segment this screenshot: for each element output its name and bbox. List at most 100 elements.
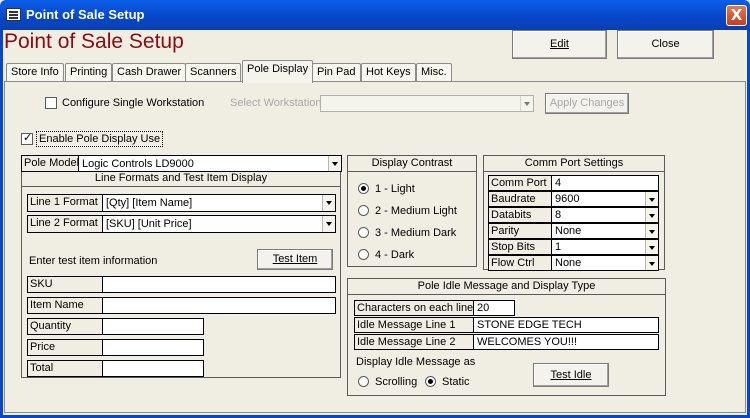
pole-model-combo[interactable]: Logic Controls LD9000 xyxy=(78,155,342,172)
edit-button-label: Edit xyxy=(550,38,569,50)
idle-message-panel: Pole Idle Message and Display Type Chara… xyxy=(347,278,666,396)
sku-input[interactable] xyxy=(102,276,336,293)
display-contrast-panel: Display Contrast 1 - Light 2 - Medium Li… xyxy=(347,155,477,267)
static-label: Static xyxy=(442,376,470,388)
test-idle-button[interactable]: Test Idle xyxy=(533,363,609,387)
tab-pole-display[interactable]: Pole Display xyxy=(242,60,314,83)
parity-label: Parity xyxy=(488,223,552,239)
flow-ctrl-value: None xyxy=(555,257,582,269)
flow-ctrl-combo[interactable]: None xyxy=(551,255,659,271)
comm-port-label: Comm Port xyxy=(488,175,552,191)
close-icon: X xyxy=(730,6,743,24)
baudrate-label: Baudrate xyxy=(488,191,552,207)
total-input[interactable] xyxy=(102,360,204,377)
contrast-dark-label: 4 - Dark xyxy=(375,249,415,261)
contrast-light-label: 1 - Light xyxy=(375,183,415,195)
static-radio[interactable] xyxy=(425,376,436,387)
idle-line2-label: Idle Message Line 2 xyxy=(354,334,474,350)
baudrate-combo[interactable]: 9600 xyxy=(551,191,659,207)
line-formats-panel: Pole Model Logic Controls LD9000 Line Fo… xyxy=(21,155,342,378)
configure-single-workstation-label: Configure Single Workstation xyxy=(62,97,205,109)
contrast-medium-light-radio[interactable] xyxy=(358,205,369,216)
chars-per-line-input[interactable]: 20 xyxy=(473,300,515,316)
idle-line1-input[interactable]: STONE EDGE TECH xyxy=(473,317,659,333)
test-idle-label: Test Idle xyxy=(550,369,592,381)
select-workstation-combo[interactable] xyxy=(320,95,534,112)
tab-hot-keys[interactable]: Hot Keys xyxy=(361,63,416,82)
tab-cash-drawer[interactable]: Cash Drawer xyxy=(112,63,187,82)
databits-combo[interactable]: 8 xyxy=(551,207,659,223)
stop-bits-label: Stop Bits xyxy=(488,239,552,255)
contrast-medium-dark-radio[interactable] xyxy=(358,227,369,238)
scrolling-radio[interactable] xyxy=(358,376,369,387)
price-input[interactable] xyxy=(102,339,204,356)
parity-combo[interactable]: None xyxy=(551,223,659,239)
enter-test-item-label: Enter test item information xyxy=(29,255,158,267)
tab-scanners[interactable]: Scanners xyxy=(185,63,242,82)
enable-pole-display-checkbox[interactable] xyxy=(21,131,33,145)
window-close-button[interactable]: X xyxy=(726,5,747,26)
baudrate-value: 9600 xyxy=(555,193,580,205)
databits-label: Databits xyxy=(488,207,552,223)
form-title: Point of Sale Setup xyxy=(4,30,184,53)
contrast-medium-light-label: 2 - Medium Light xyxy=(375,205,457,217)
line1-format-combo[interactable]: [Qty] [Item Name] xyxy=(102,194,336,212)
test-item-label: Test Item xyxy=(272,253,318,265)
line2-format-combo[interactable]: [SKU] [Unit Price] xyxy=(102,215,336,233)
enable-pole-display-label: Enable Pole Display Use xyxy=(36,131,164,147)
line1-format-value: [Qty] [Item Name] xyxy=(106,197,193,209)
quantity-label: Quantity xyxy=(27,318,103,335)
display-contrast-header: Display Contrast xyxy=(348,156,476,172)
configure-single-workstation-checkbox[interactable] xyxy=(45,97,57,109)
tab-misc[interactable]: Misc. xyxy=(416,63,452,82)
line-formats-header: Line Formats and Test Item Display xyxy=(22,172,340,187)
apply-changes-button[interactable]: Apply Changes xyxy=(545,93,629,114)
edit-button[interactable]: Edit xyxy=(512,30,607,59)
tab-printing[interactable]: Printing xyxy=(65,63,113,82)
line1-format-label: Line 1 Format xyxy=(27,194,103,212)
chevron-down-icon xyxy=(328,156,341,171)
close-button[interactable]: Close xyxy=(617,30,714,59)
idle-message-header: Pole Idle Message and Display Type xyxy=(348,279,665,295)
close-button-label: Close xyxy=(651,38,680,50)
chevron-down-icon xyxy=(645,208,658,222)
scrolling-label: Scrolling xyxy=(375,376,418,388)
pole-display-tab-panel: Configure Single Workstation Select Work… xyxy=(4,81,746,413)
idle-line1-label: Idle Message Line 1 xyxy=(354,317,474,333)
item-name-label: Item Name xyxy=(27,297,103,314)
flow-ctrl-label: Flow Ctrl xyxy=(488,255,552,271)
price-label: Price xyxy=(27,339,103,356)
pole-model-label: Pole Model xyxy=(21,155,79,172)
comm-port-input[interactable]: 4 xyxy=(551,175,659,191)
chevron-down-icon xyxy=(520,96,533,111)
pole-model-value: Logic Controls LD9000 xyxy=(82,158,194,170)
chars-per-line-label: Characters on each line xyxy=(354,300,474,316)
sku-label: SKU xyxy=(27,276,103,293)
window-title: Point of Sale Setup xyxy=(26,7,145,22)
quantity-input[interactable] xyxy=(102,318,204,335)
idle-line2-input[interactable]: WELCOMES YOU!!! xyxy=(473,334,659,350)
test-item-button[interactable]: Test Item xyxy=(257,249,333,270)
databits-value: 8 xyxy=(555,209,562,221)
line2-format-label: Line 2 Format xyxy=(27,215,103,233)
total-label: Total xyxy=(27,360,103,377)
tab-store-info[interactable]: Store Info xyxy=(6,63,64,82)
chevron-down-icon xyxy=(645,192,658,206)
contrast-dark-radio[interactable] xyxy=(358,249,369,260)
chevron-down-icon xyxy=(645,240,658,254)
app-form-icon xyxy=(6,8,21,21)
stop-bits-value: 1 xyxy=(555,241,562,253)
select-workstation-label: Select Workstation xyxy=(230,97,322,109)
contrast-light-radio[interactable] xyxy=(358,183,369,194)
chevron-down-icon xyxy=(645,224,658,238)
stop-bits-combo[interactable]: 1 xyxy=(551,239,659,255)
parity-value: None xyxy=(555,225,582,237)
display-idle-as-label: Display Idle Message as xyxy=(356,356,476,368)
item-name-input[interactable] xyxy=(102,297,336,314)
chevron-down-icon xyxy=(645,256,658,270)
tab-pin-pad[interactable]: Pin Pad xyxy=(312,63,361,82)
contrast-medium-dark-label: 3 - Medium Dark xyxy=(375,227,457,239)
chevron-down-icon xyxy=(322,216,335,232)
line2-format-value: [SKU] [Unit Price] xyxy=(106,218,192,230)
apply-changes-label: Apply Changes xyxy=(549,97,625,109)
